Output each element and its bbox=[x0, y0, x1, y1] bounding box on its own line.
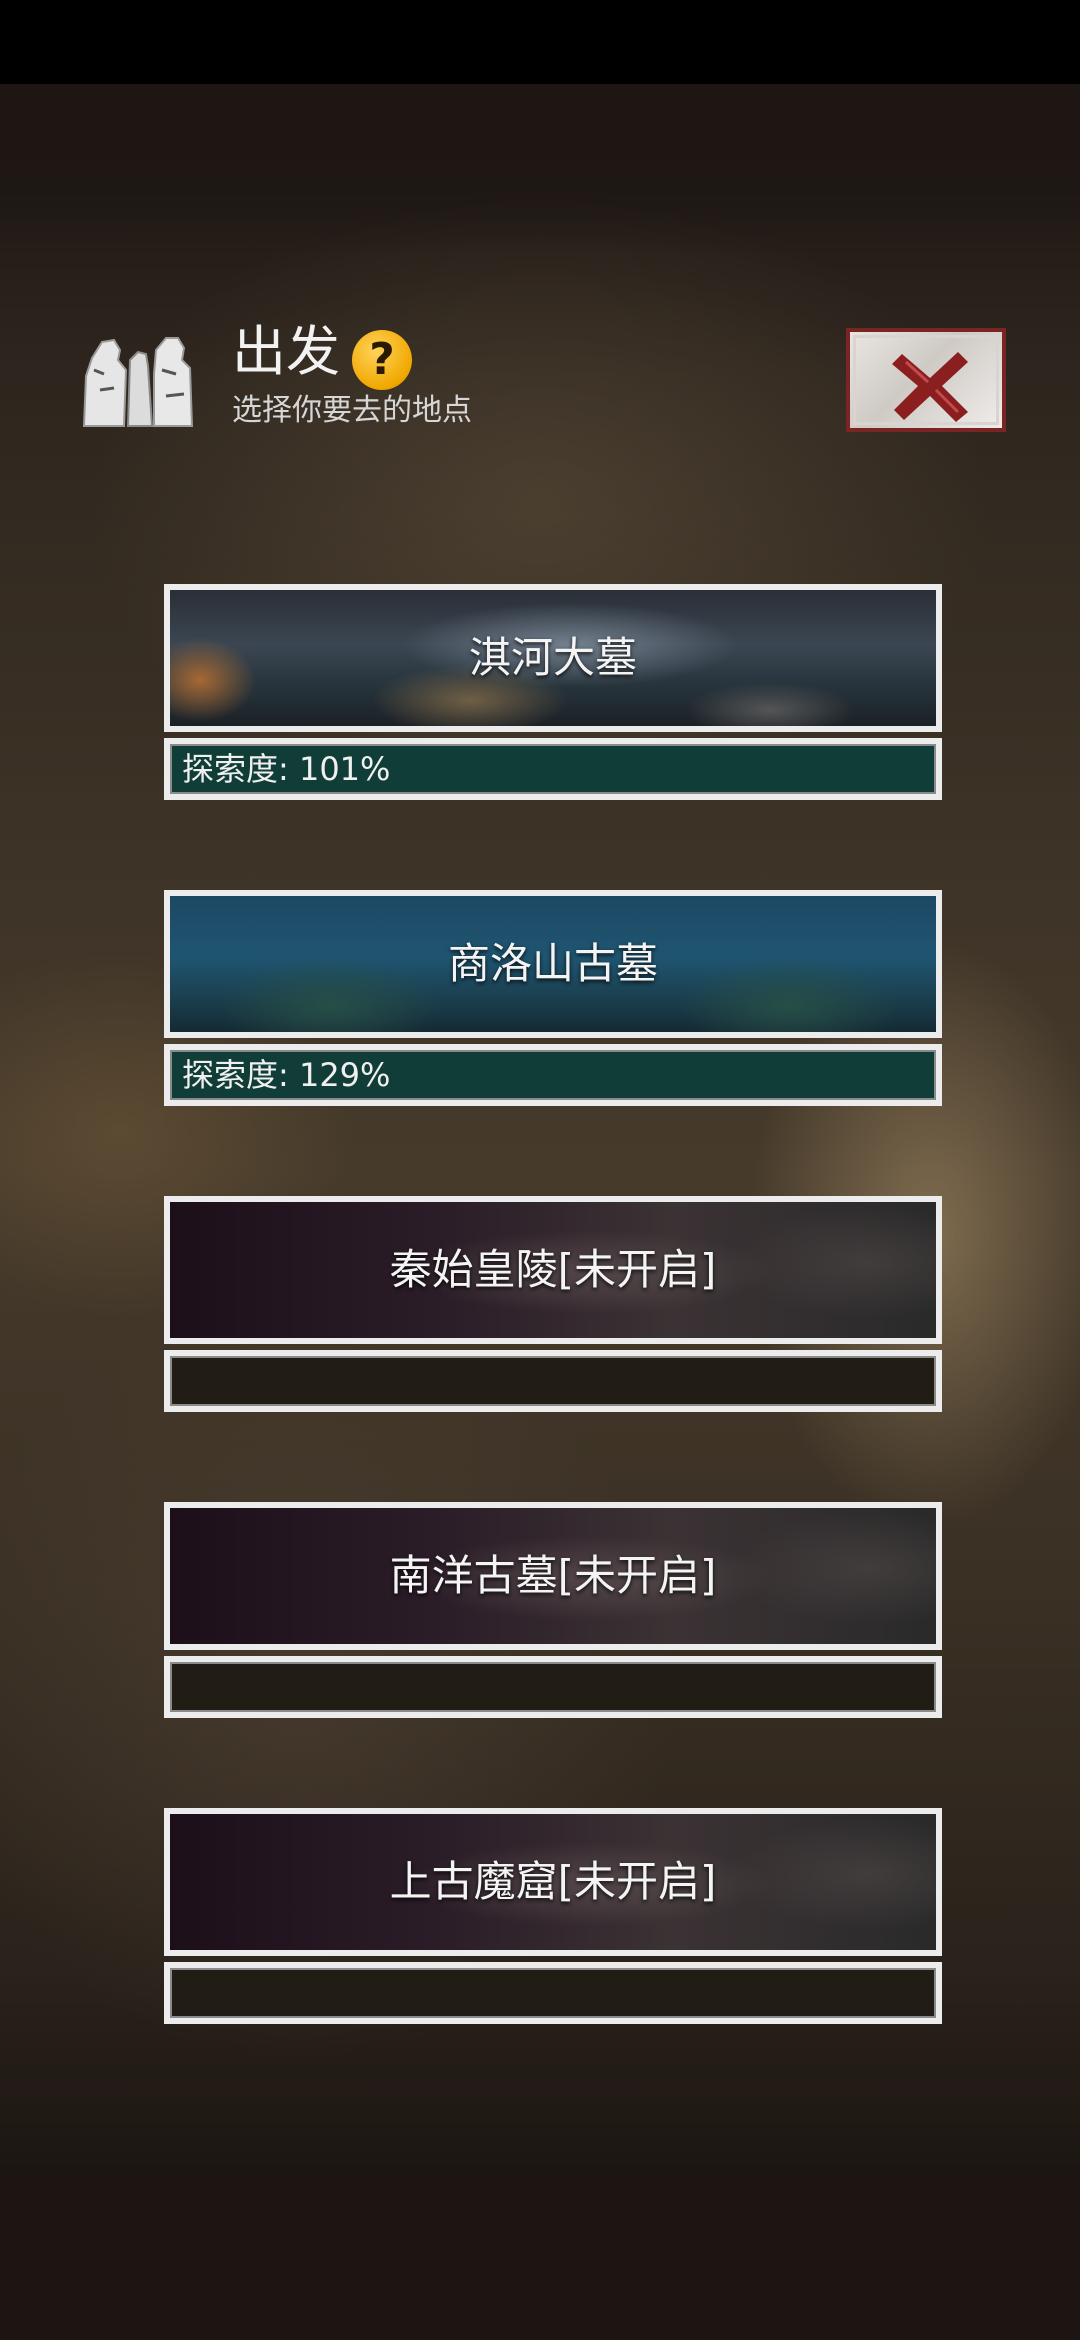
location-name: 上古魔窟[未开启] bbox=[389, 1857, 717, 1906]
exploration-label: 探索度: 129% bbox=[182, 1056, 391, 1094]
close-x-icon bbox=[892, 352, 968, 422]
exploration-bar bbox=[164, 1656, 942, 1718]
location-name: 淇河大墓 bbox=[468, 633, 637, 682]
exploration-label: 探索度: 101% bbox=[182, 750, 391, 788]
exploration-bar bbox=[164, 1962, 942, 2024]
page-title: 出发 bbox=[232, 320, 340, 383]
location-banner[interactable]: 秦始皇陵[未开启] bbox=[164, 1196, 942, 1344]
location-banner[interactable]: 淇河大墓 bbox=[164, 584, 942, 732]
close-button[interactable] bbox=[846, 328, 1006, 432]
status-bar bbox=[0, 0, 1080, 84]
location-name: 秦始皇陵[未开启] bbox=[389, 1245, 717, 1294]
exploration-bar: 探索度: 129% bbox=[164, 1044, 942, 1106]
location-banner[interactable]: 南洋古墓[未开启] bbox=[164, 1502, 942, 1650]
exploration-bar bbox=[164, 1350, 942, 1412]
exploration-bar: 探索度: 101% bbox=[164, 738, 942, 800]
background-top-shade bbox=[0, 84, 1080, 254]
bottom-band bbox=[0, 2170, 1080, 2340]
location-card-qihe[interactable]: 淇河大墓 探索度: 101% bbox=[164, 584, 942, 800]
location-banner[interactable]: 上古魔窟[未开启] bbox=[164, 1808, 942, 1956]
screen: 出发 ? 选择你要去的地点 淇河大墓 探索度: 101% 商洛山古墓 探索度: … bbox=[0, 0, 1080, 2340]
location-card-shanggu[interactable]: 上古魔窟[未开启] bbox=[164, 1808, 942, 2024]
help-icon[interactable]: ? bbox=[352, 330, 412, 390]
location-card-shangluo[interactable]: 商洛山古墓 探索度: 129% bbox=[164, 890, 942, 1106]
location-name: 商洛山古墓 bbox=[447, 939, 658, 988]
location-name: 南洋古墓[未开启] bbox=[389, 1551, 717, 1600]
location-banner[interactable]: 商洛山古墓 bbox=[164, 890, 942, 1038]
travelers-icon bbox=[80, 330, 205, 430]
location-card-qinshihuang[interactable]: 秦始皇陵[未开启] bbox=[164, 1196, 942, 1412]
location-card-nanyang[interactable]: 南洋古墓[未开启] bbox=[164, 1502, 942, 1718]
page-subtitle: 选择你要去的地点 bbox=[232, 393, 472, 428]
